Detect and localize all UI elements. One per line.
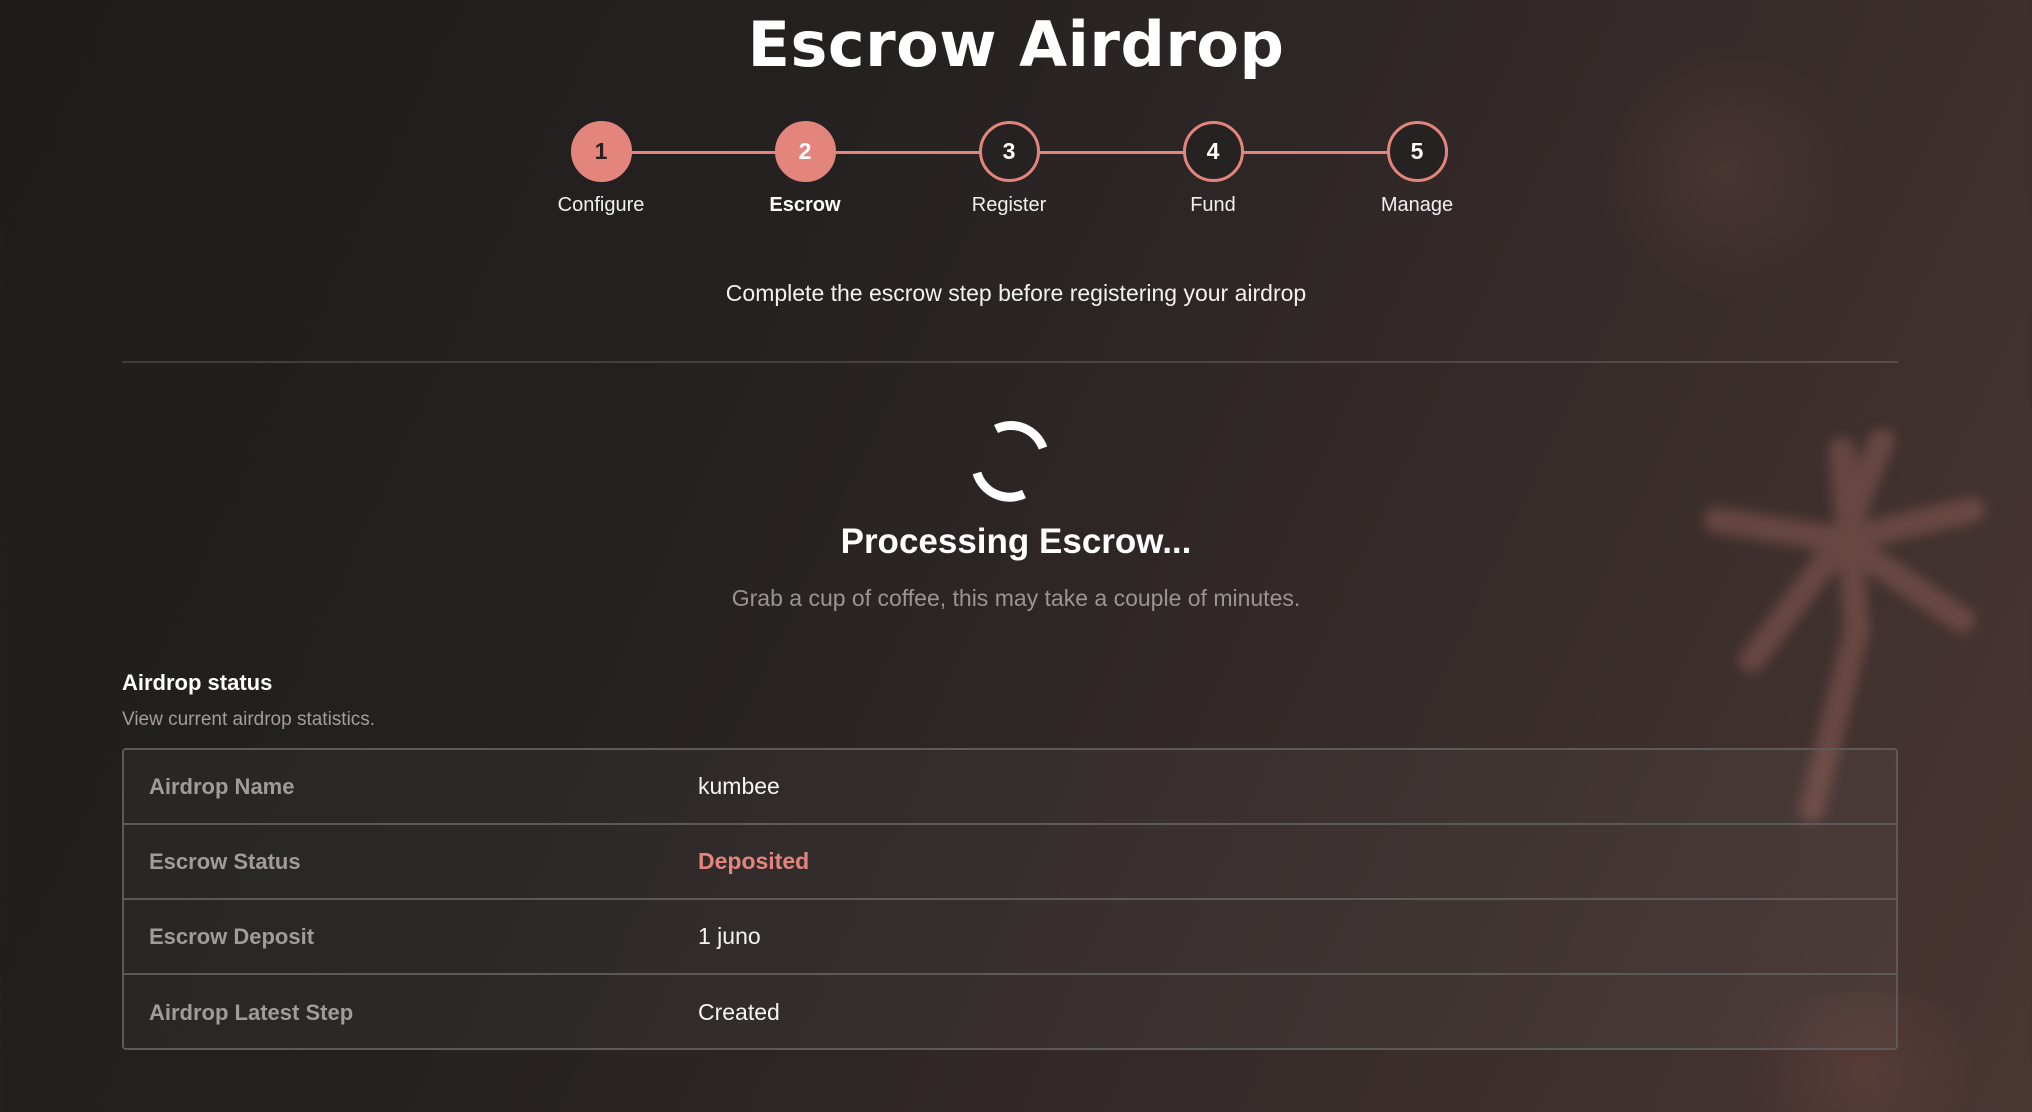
- status-section-subtitle: View current airdrop statistics.: [122, 709, 376, 730]
- step-number: 4: [1182, 121, 1244, 182]
- step-number: 2: [774, 121, 836, 182]
- row-key: Escrow Status: [149, 848, 301, 874]
- step-fund[interactable]: 4 Fund: [1133, 121, 1293, 217]
- status-row-airdrop-name: Airdrop Name kumbee: [124, 750, 1896, 825]
- step-configure[interactable]: 1 Configure: [521, 121, 681, 217]
- section-divider: [122, 361, 1898, 363]
- status-row-latest-step: Airdrop Latest Step Created: [124, 975, 1896, 1050]
- row-key: Airdrop Latest Step: [149, 999, 354, 1025]
- page-subtitle: Complete the escrow step before register…: [725, 280, 1307, 306]
- airdrop-status-table: Airdrop Name kumbee Escrow Status Deposi…: [122, 748, 1898, 1050]
- status-section-title: Airdrop status: [122, 670, 273, 695]
- step-escrow[interactable]: 2 Escrow: [725, 121, 885, 217]
- processing-subtitle: Grab a cup of coffee, this may take a co…: [731, 585, 1301, 611]
- escrow-status-value: Deposited: [698, 848, 810, 874]
- loading-spinner-icon: [972, 421, 1048, 502]
- processing-title: Processing Escrow...: [840, 522, 1192, 561]
- row-value: 1 juno: [698, 923, 761, 949]
- page-title: Escrow Airdrop: [747, 8, 1285, 81]
- progress-stepper: 1 Configure 2 Escrow 3 Register 4 Fund 5…: [558, 121, 1453, 231]
- step-manage[interactable]: 5 Manage: [1337, 121, 1497, 217]
- step-label: Configure: [557, 194, 645, 216]
- row-value: kumbee: [698, 773, 780, 799]
- step-label: Fund: [1190, 194, 1236, 216]
- row-key: Airdrop Name: [149, 773, 295, 799]
- step-number: 1: [570, 121, 632, 182]
- step-label: Escrow: [769, 194, 841, 216]
- step-number: 3: [978, 121, 1040, 182]
- step-register[interactable]: 3 Register: [929, 121, 1089, 217]
- step-number: 5: [1386, 121, 1448, 182]
- step-label: Register: [971, 194, 1047, 216]
- status-row-escrow-status: Escrow Status Deposited: [124, 825, 1896, 900]
- row-key: Escrow Deposit: [149, 923, 315, 949]
- row-value: Created: [698, 999, 780, 1025]
- step-label: Manage: [1380, 194, 1454, 216]
- status-row-escrow-deposit: Escrow Deposit 1 juno: [124, 900, 1896, 975]
